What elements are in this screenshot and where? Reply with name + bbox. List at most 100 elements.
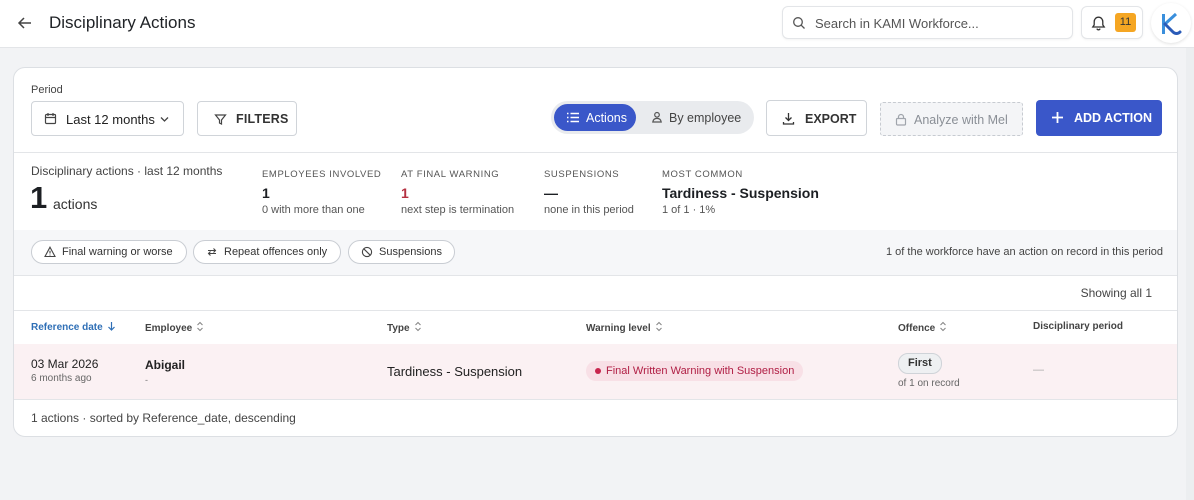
add-action-button[interactable]: ADD ACTION [1036,100,1162,136]
stat-value: — [544,185,558,201]
notifications-button[interactable]: 11 [1081,6,1143,39]
page-scrollbar[interactable] [1186,48,1194,500]
view-toggle-by-employee[interactable]: By employee [639,104,751,131]
stat-final-warning: AT FINAL WARNING 1 next step is terminat… [401,169,514,216]
disciplinary-card: Period Last 12 months FILTERS Actions By… [13,67,1178,437]
warning-triangle-icon [44,246,56,258]
prohibited-icon [361,246,373,258]
add-action-label: ADD ACTION [1074,111,1153,125]
download-icon [782,113,795,125]
view-toggle-actions-label: Actions [586,111,627,125]
kami-logo-icon [1162,12,1182,35]
row-relative-date: 6 months ago [31,373,92,384]
person-icon [652,111,662,123]
search-input[interactable] [815,13,1065,33]
sort-icon [940,321,947,332]
workforce-coverage-note: 1 of the workforce have an action on rec… [886,246,1163,258]
column-header-disciplinary-period: Disciplinary period [1033,321,1124,332]
table-row[interactable]: 03 Mar 2026 6 months ago Abigail - Tardi… [14,344,1177,399]
view-toggle: Actions By employee [551,101,754,134]
filters-label: FILTERS [236,112,289,126]
column-header-label: Offence [898,323,936,334]
export-button[interactable]: EXPORT [766,100,867,136]
row-employee-subtext: - [145,375,148,385]
top-bar: Disciplinary Actions 11 [0,0,1194,48]
page-title: Disciplinary Actions [49,13,196,32]
chevron-down-icon [160,117,169,122]
divider [14,310,1177,311]
row-employee-name[interactable]: Abigail [145,358,185,372]
repeat-icon [207,248,217,256]
view-toggle-actions[interactable]: Actions [554,104,636,131]
stat-suspensions: SUSPENSIONS — none in this period [544,169,634,216]
sort-icon [655,321,662,332]
period-select[interactable]: Last 12 months [31,101,184,136]
stats-total-count: 1 [30,180,48,215]
list-icon [567,112,579,123]
stat-subtext: 1 of 1 · 1% [662,204,716,216]
chip-label: Repeat offences only [224,246,328,258]
period-value: Last 12 months [66,112,155,127]
chip-label: Suspensions [379,246,442,258]
app-logo[interactable] [1151,3,1191,43]
stat-value: 1 [262,185,270,201]
bell-icon [1091,16,1106,31]
notification-count-badge: 11 [1115,13,1136,32]
column-header-label: Reference date [31,322,103,333]
stat-label: SUSPENSIONS [544,169,620,180]
search-icon [793,17,805,29]
column-header-reference-date[interactable]: Reference date [31,321,116,333]
plus-icon [1052,112,1063,123]
column-header-label: Type [387,323,410,334]
calendar-icon [44,113,57,125]
analyze-with-mel-button[interactable]: Analyze with Mel [880,102,1023,136]
period-label: Period [31,84,63,96]
stats-caption: Disciplinary actions · last 12 months [31,164,223,178]
divider [14,399,1177,400]
column-header-employee[interactable]: Employee [145,321,204,334]
column-header-label: Warning level [586,323,651,334]
column-header-offence[interactable]: Offence [898,321,947,334]
offence-subtext: of 1 on record [898,378,960,389]
back-arrow-icon[interactable] [14,12,36,34]
export-label: EXPORT [805,112,857,126]
filters-button[interactable]: FILTERS [197,101,297,136]
analyze-with-mel-label: Analyze with Mel [914,113,1008,127]
chip-suspensions[interactable]: Suspensions [348,240,455,264]
column-header-type[interactable]: Type [387,321,422,334]
showing-count: Showing all 1 [1080,286,1152,300]
divider [14,152,1177,153]
divider [14,275,1177,276]
stat-label: AT FINAL WARNING [401,169,500,180]
chip-repeat-offences[interactable]: Repeat offences only [193,240,341,264]
stat-subtext: 0 with more than one [262,204,365,216]
stat-label: MOST COMMON [662,169,743,180]
chip-label: Final warning or worse [62,246,173,258]
sort-icon [197,321,204,332]
lock-icon [895,113,907,126]
status-dot-icon [595,368,601,374]
stat-most-common: MOST COMMON Tardiness - Suspension 1 of … [662,169,819,216]
warning-level-label: Final Written Warning with Suspension [606,365,795,377]
offence-badge: First [898,353,942,374]
chip-final-warning[interactable]: Final warning or worse [31,240,187,264]
warning-level-badge: Final Written Warning with Suspension [586,361,804,381]
row-disciplinary-period: — [1033,364,1044,376]
row-type: Tardiness - Suspension [387,364,523,379]
column-header-warning-level[interactable]: Warning level [586,321,663,334]
stat-subtext: next step is termination [401,204,515,216]
view-toggle-by-employee-label: By employee [669,111,742,125]
row-reference-date: 03 Mar 2026 [31,357,99,371]
stat-subtext: none in this period [544,204,634,216]
arrow-down-icon [107,322,115,331]
search-box[interactable] [782,6,1073,39]
stat-value: 1 [401,185,409,201]
column-header-label: Employee [145,323,193,334]
sort-icon [414,321,421,332]
filter-funnel-icon [214,114,227,125]
quick-filters-bar: Final warning or worse Repeat offences o… [14,230,1177,275]
table-footer-summary: 1 actions · sorted by Reference_date, de… [31,411,296,425]
stat-label: EMPLOYEES INVOLVED [262,169,382,180]
stat-employees-involved: EMPLOYEES INVOLVED 1 0 with more than on… [262,169,381,216]
stats-total-unit: actions [53,196,98,212]
